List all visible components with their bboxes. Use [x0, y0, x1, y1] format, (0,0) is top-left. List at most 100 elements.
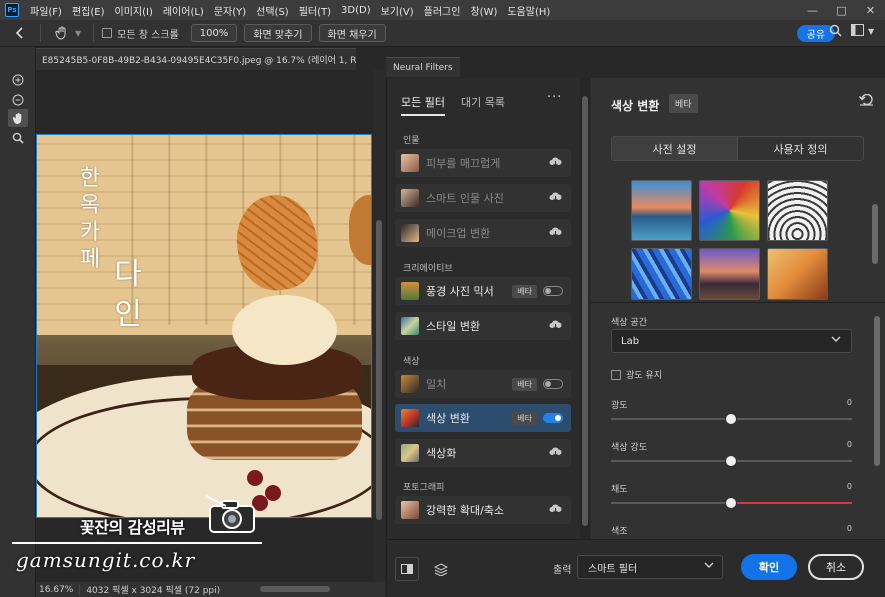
tab-all-filters[interactable]: 모든 필터	[401, 94, 445, 116]
hand-tool-icon[interactable]	[8, 109, 28, 127]
neural-filters-tab[interactable]: Neural Filters	[386, 57, 460, 77]
filter-item-skin-smoothing[interactable]: 피부를 매끄럽게	[395, 149, 571, 177]
tab-presets[interactable]: 사전 설정	[612, 137, 737, 160]
output-label: 출력	[553, 565, 572, 576]
output-value: 스마트 필터	[588, 563, 638, 575]
filter-item-makeup-transfer[interactable]: 메이크업 변환	[395, 219, 571, 247]
back-arrow-icon[interactable]	[8, 22, 32, 44]
menu-edit[interactable]: 편집(E)	[67, 3, 110, 18]
output-select[interactable]: 스마트 필터	[577, 555, 723, 579]
menu-help[interactable]: 도움말(H)	[502, 3, 555, 18]
cloud-download-icon[interactable]	[547, 320, 563, 333]
zoom-in-icon[interactable]	[8, 71, 28, 89]
search-icon[interactable]	[829, 24, 842, 40]
hand-tool-preset-icon[interactable]	[49, 23, 75, 43]
checkbox-box[interactable]	[102, 28, 113, 38]
vertical-scrollbar[interactable]	[373, 70, 385, 582]
filter-item-style-transfer[interactable]: 스타일 변환	[395, 312, 571, 340]
filter-toggle[interactable]	[543, 286, 563, 296]
tab-custom[interactable]: 사용자 정의	[737, 137, 863, 160]
menu-plugins[interactable]: 플러그인	[419, 3, 466, 18]
magnifier-tool-icon[interactable]	[8, 129, 28, 147]
zoom-100-button[interactable]: 100%	[190, 24, 238, 42]
category-portrait: 인물	[403, 136, 420, 146]
fit-screen-button[interactable]: 화면 맞추기	[244, 24, 312, 42]
menu-image[interactable]: 이미지(I)	[110, 3, 158, 18]
filter-toggle[interactable]	[543, 379, 563, 389]
preset-thumbnail-blue-feathers[interactable]	[631, 248, 692, 300]
workspace-icon[interactable]	[851, 24, 864, 39]
cloud-download-icon[interactable]	[547, 157, 563, 170]
preset-thumbnail-orange-figure[interactable]	[767, 248, 828, 300]
cloud-download-icon[interactable]	[547, 447, 563, 460]
image-canvas[interactable]: 한 옥 카 페 다 인	[36, 134, 372, 518]
preset-thumbnail-abstract-paint[interactable]	[699, 180, 760, 241]
filter-name: 일치	[426, 378, 447, 391]
ok-button[interactable]: 확인	[741, 554, 797, 580]
cloud-download-icon[interactable]	[547, 504, 563, 517]
menu-file[interactable]: 파일(F)	[25, 3, 67, 18]
checkbox-box[interactable]	[611, 369, 621, 380]
menu-3d[interactable]: 3D(D)	[336, 5, 376, 16]
watermark-title: 꽃잔의 감성리뷰	[80, 518, 185, 537]
slider-value[interactable]: 0	[847, 440, 852, 449]
menu-window[interactable]: 창(W)	[465, 3, 502, 18]
preset-thumbnail-sunset-sea[interactable]	[631, 180, 692, 241]
filter-item-color-transfer[interactable]: 색상 변환 베타	[395, 404, 571, 432]
scroll-all-windows-checkbox[interactable]: 모든 창 스크롤	[102, 26, 179, 41]
slider-value[interactable]: 0	[847, 398, 852, 407]
maximize-button[interactable]: □	[827, 0, 856, 20]
scrollbar-thumb[interactable]	[872, 204, 878, 264]
slider-knob[interactable]	[725, 455, 737, 467]
chevron-down-icon[interactable]: ▼	[75, 29, 81, 38]
zoom-level[interactable]: 16.67%	[36, 584, 81, 595]
layers-icon[interactable]	[429, 557, 453, 581]
preserve-luminance-checkbox[interactable]: 광도 유지	[611, 368, 662, 381]
more-options-icon[interactable]: ···	[547, 90, 562, 105]
menu-filter[interactable]: 필터(T)	[294, 3, 336, 18]
filter-item-landscape-mixer[interactable]: 풍경 사진 믹서 베타	[395, 277, 571, 305]
fill-screen-button[interactable]: 화면 채우기	[318, 24, 386, 42]
filter-title: 색상 변환	[611, 99, 660, 113]
close-window-button[interactable]: ✕	[856, 0, 885, 20]
settings-scrollbar-thumb[interactable]	[874, 316, 880, 466]
document-tab[interactable]: E85245B5-0F8B-49B2-B434-09495E4C35F0.jpe…	[36, 48, 356, 70]
slider-knob[interactable]	[725, 497, 737, 509]
preset-thumbnail-bw-arches[interactable]	[767, 180, 828, 241]
neural-filters-panel: 모든 필터 대기 목록 ··· 인물 피부를 매끄럽게 스마트 인물 사진 메이…	[386, 78, 885, 597]
minimize-button[interactable]: —	[798, 0, 827, 20]
filter-list: 모든 필터 대기 목록 ··· 인물 피부를 매끄럽게 스마트 인물 사진 메이…	[387, 78, 579, 539]
window-controls: — □ ✕	[798, 0, 885, 20]
menu-select[interactable]: 선택(S)	[251, 3, 294, 18]
chevron-down-icon[interactable]: ▼	[868, 27, 874, 36]
filter-toggle[interactable]	[543, 413, 563, 423]
filter-item-super-zoom[interactable]: 강력한 확대/축소	[395, 496, 571, 524]
cloud-download-icon[interactable]	[547, 227, 563, 240]
tab-wait-list[interactable]: 대기 목록	[461, 94, 505, 116]
options-bar: ▼ 모든 창 스크롤 100% 화면 맞추기 화면 채우기 공유 ▼	[0, 20, 885, 47]
color-space-select[interactable]: Lab	[611, 329, 852, 353]
cancel-button[interactable]: 취소	[808, 554, 864, 580]
slider-knob[interactable]	[725, 413, 737, 425]
cloud-download-icon[interactable]	[547, 192, 563, 205]
filter-list-scrollbar[interactable]	[580, 78, 590, 539]
face-thumbnail-icon	[401, 501, 419, 519]
scrollbar-thumb[interactable]	[376, 220, 382, 520]
photo-text-char: 다	[114, 257, 142, 292]
slider-value[interactable]: 0	[847, 482, 852, 491]
scrollbar-thumb[interactable]	[582, 96, 588, 526]
filter-settings: 색상 변환 베타 사전 설정 사용자 정의 색상 공간 Lab 광도 유지 광도…	[591, 78, 885, 539]
preview-toggle-icon[interactable]	[395, 557, 419, 581]
menu-layer[interactable]: 레이어(L)	[158, 3, 209, 18]
horizontal-scrollbar-thumb[interactable]	[260, 586, 330, 592]
menu-view[interactable]: 보기(V)	[376, 3, 419, 18]
filter-item-harmonization[interactable]: 일치 베타	[395, 370, 571, 398]
menu-type[interactable]: 문자(Y)	[209, 3, 251, 18]
preset-thumbnail-desert-road[interactable]	[699, 248, 760, 300]
filter-item-smart-portrait[interactable]: 스마트 인물 사진	[395, 184, 571, 212]
chevron-down-icon	[704, 561, 714, 572]
slider-value[interactable]: 0	[847, 524, 852, 533]
filter-item-colorize[interactable]: 색상화	[395, 439, 571, 467]
zoom-out-icon[interactable]	[8, 91, 28, 109]
reset-icon[interactable]	[858, 93, 874, 110]
